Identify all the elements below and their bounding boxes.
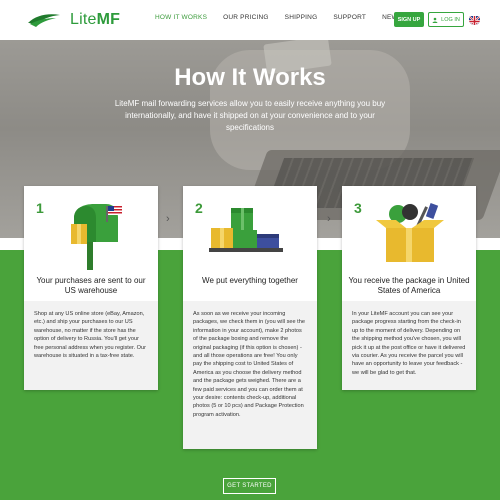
site-header: LiteMF HOW IT WORKS OUR PRICING SHIPPING… [0, 0, 500, 40]
step-description: Shop at any US online store (eBay, Amazo… [24, 301, 158, 390]
step-title: We put everything together [202, 276, 298, 285]
user-icon [432, 17, 438, 23]
chevron-right-icon: › [166, 213, 170, 225]
step-card-1: 1 Your purchases are sent to our US ware… [24, 186, 158, 390]
hero-subtitle: LiteMF mail forwarding services allow yo… [114, 99, 386, 132]
step-number: 3 [354, 200, 362, 216]
step-card-2: 2 We put everything together As soon as … [183, 186, 317, 449]
get-started-button[interactable]: GET STARTED [223, 478, 276, 494]
nav-shipping[interactable]: SHIPPING [285, 14, 318, 21]
nav-our-pricing[interactable]: OUR PRICING [223, 14, 269, 21]
step-title: You receive the package in United States… [348, 276, 470, 295]
login-button[interactable]: LOG IN [428, 12, 464, 27]
nav-how-it-works[interactable]: HOW IT WORKS [155, 14, 207, 21]
mailbox-icon [71, 204, 122, 270]
packages-icon [209, 208, 283, 252]
uk-flag-icon[interactable] [469, 14, 480, 25]
step-description: As soon as we receive your incoming pack… [183, 301, 317, 449]
step-description: In your LiteMF account you can see your … [342, 301, 476, 390]
logo-swoosh-icon [28, 14, 60, 27]
login-label: LOG IN [441, 16, 460, 23]
logo[interactable]: LiteMF [26, 9, 136, 31]
logo-text: LiteMF [70, 11, 121, 28]
nav-support[interactable]: SUPPORT [333, 14, 366, 21]
chevron-right-icon: › [327, 213, 331, 225]
step-number: 1 [36, 200, 44, 216]
signup-button[interactable]: SIGN UP [394, 12, 424, 27]
step-title: Your purchases are sent to our US wareho… [36, 276, 146, 295]
main-nav: HOW IT WORKS OUR PRICING SHIPPING SUPPOR… [155, 14, 418, 21]
hero-title: How It Works [174, 64, 326, 91]
open-box-icon [376, 203, 444, 262]
step-card-3: 3 You receive the package in United Stat… [342, 186, 476, 390]
step-number: 2 [195, 200, 203, 216]
